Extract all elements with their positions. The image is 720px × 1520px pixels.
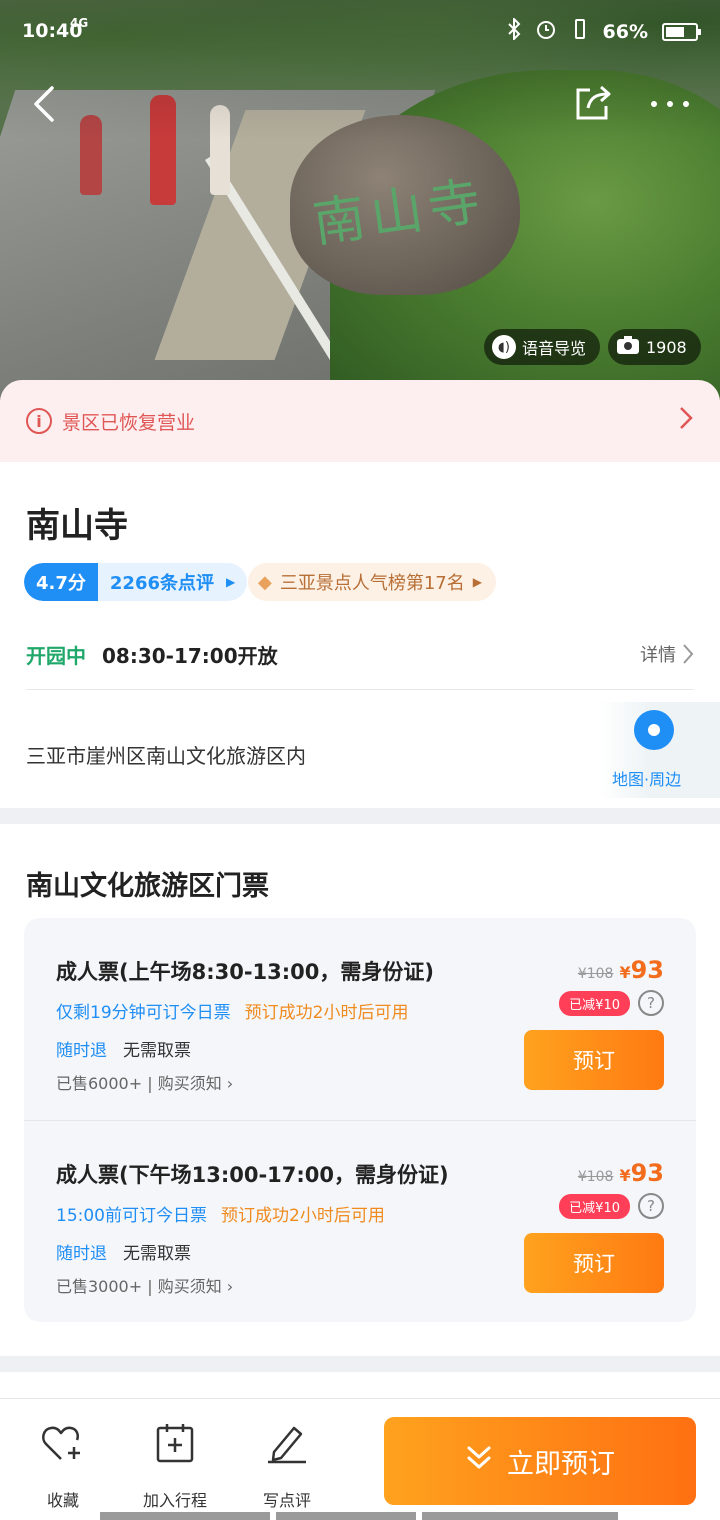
favorite-button[interactable]: 收藏 — [18, 1421, 108, 1511]
pencil-icon — [266, 1421, 308, 1465]
book-button[interactable]: 预订 — [524, 1233, 664, 1293]
chevron-double-down-icon — [465, 1444, 493, 1479]
availability-tag: 预订成功2小时后可用 — [244, 1003, 409, 1023]
chevron-right-icon — [678, 405, 694, 438]
reopen-notice[interactable]: i 景区已恢复营业 — [0, 380, 720, 462]
info-icon: i — [26, 408, 52, 434]
pickup-policy: 无需取票 — [123, 1244, 191, 1264]
chevron-right-icon — [683, 644, 694, 664]
ticket-item[interactable]: 成人票(下午场13:00-17:00，需身份证) 15:00前可订今日票 预订成… — [24, 1120, 696, 1322]
audio-guide-button[interactable]: ◖) 语音导览 — [484, 329, 601, 365]
discount-badge: 已减¥10 — [559, 990, 630, 1016]
refund-policy: 随时退 — [56, 1041, 107, 1061]
share-button[interactable] — [574, 82, 614, 122]
bluetooth-icon — [507, 16, 521, 45]
details-link[interactable]: 详情 — [640, 641, 694, 667]
book-now-button[interactable]: 立即预订 — [384, 1417, 696, 1505]
battery-icon — [662, 22, 701, 41]
price: ¥108 ¥93 — [578, 1159, 664, 1187]
photo-count-button[interactable]: 1908 — [608, 329, 701, 365]
help-icon[interactable]: ? — [638, 1193, 664, 1219]
opening-hours-row[interactable]: 开园中 08:30-17:00开放 详情 — [26, 630, 694, 678]
calendar-plus-icon — [155, 1421, 195, 1465]
bottom-action-bar: 收藏 加入行程 写点评 立即预订 — [0, 1398, 720, 1520]
pickup-policy: 无需取票 — [123, 1041, 191, 1061]
original-price: ¥108 — [577, 1169, 614, 1185]
address: 三亚市崖州区南山文化旅游区内 — [26, 744, 306, 768]
booking-deadline-tag: 15:00前可订今日票 — [56, 1206, 207, 1226]
ticket-list: 成人票(上午场8:30-13:00，需身份证) 仅剩19分钟可订今日票 预订成功… — [24, 918, 696, 1322]
sold-and-notice-link[interactable]: 已售3000+ | 购买须知 › — [56, 1273, 233, 1297]
rating-badge[interactable]: 4.7分 2266条点评 ▶ — [24, 563, 248, 601]
share-icon — [576, 85, 611, 120]
network-indicator: 4G — [70, 16, 89, 30]
original-price: ¥108 — [577, 966, 614, 982]
price: ¥108 ¥93 — [578, 956, 664, 984]
more-icon — [651, 101, 689, 107]
ticket-name: 成人票(下午场13:00-17:00，需身份证) — [56, 1163, 449, 1187]
heart-plus-icon — [41, 1421, 85, 1465]
audio-icon: ◖) — [492, 335, 516, 359]
booking-deadline-tag: 仅剩19分钟可订今日票 — [56, 1003, 231, 1023]
book-button[interactable]: 预订 — [524, 1030, 664, 1090]
map-pin-icon[interactable] — [634, 710, 674, 750]
chevron-right-icon: › — [226, 1277, 234, 1296]
vibrate-icon — [571, 18, 589, 45]
ticket-name: 成人票(上午场8:30-13:00，需身份证) — [56, 960, 434, 984]
hero-image[interactable]: 南山寺 10:40 4G 66% ◖) 语音导览 1908 — [0, 0, 720, 400]
review-count: 2266条点评 — [109, 573, 214, 594]
ticket-section-title: 南山文化旅游区门票 — [26, 871, 269, 902]
caret-right-icon: ▶ — [226, 575, 236, 589]
page-title: 南山寺 — [26, 506, 128, 546]
more-button[interactable] — [648, 80, 692, 131]
sale-price: ¥93 — [619, 1159, 664, 1187]
discount-badge: 已减¥10 — [559, 1193, 630, 1219]
ticket-item[interactable]: 成人票(上午场8:30-13:00，需身份证) 仅剩19分钟可订今日票 预订成功… — [24, 918, 696, 1120]
open-status: 开园中 — [26, 643, 86, 668]
sold-and-notice-link[interactable]: 已售6000+ | 购买须知 › — [56, 1070, 233, 1094]
add-to-trip-button[interactable]: 加入行程 — [130, 1421, 220, 1511]
alarm-icon — [535, 18, 557, 45]
caret-right-icon: ▶ — [472, 575, 482, 589]
battery-percent: 66% — [602, 20, 648, 43]
rank-badge[interactable]: ◆ 三亚景点人气榜第17名 ▶ — [248, 563, 496, 601]
divider — [26, 689, 694, 690]
ticket-section: 南山文化旅游区门票 成人票(上午场8:30-13:00，需身份证) 仅剩19分钟… — [0, 824, 720, 1356]
refund-policy: 随时退 — [56, 1244, 107, 1264]
help-icon[interactable]: ? — [638, 990, 664, 1016]
write-review-button[interactable]: 写点评 — [242, 1421, 332, 1511]
back-button[interactable] — [30, 84, 56, 131]
sale-price: ¥93 — [619, 956, 664, 984]
status-bar: 10:40 4G 66% — [0, 0, 720, 60]
open-hours: 08:30-17:00开放 — [102, 643, 278, 668]
attraction-info: 南山寺 4.7分 2266条点评 ▶ ◆ 三亚景点人气榜第17名 ▶ 开园中 0… — [0, 462, 720, 808]
diamond-icon: ◆ — [258, 571, 272, 593]
map-nearby-link[interactable]: 地图·周边 — [612, 766, 681, 790]
chevron-right-icon: › — [226, 1074, 234, 1093]
rating-score: 4.7分 — [24, 563, 98, 601]
availability-tag: 预订成功2小时后可用 — [221, 1206, 385, 1226]
camera-icon — [616, 335, 640, 359]
